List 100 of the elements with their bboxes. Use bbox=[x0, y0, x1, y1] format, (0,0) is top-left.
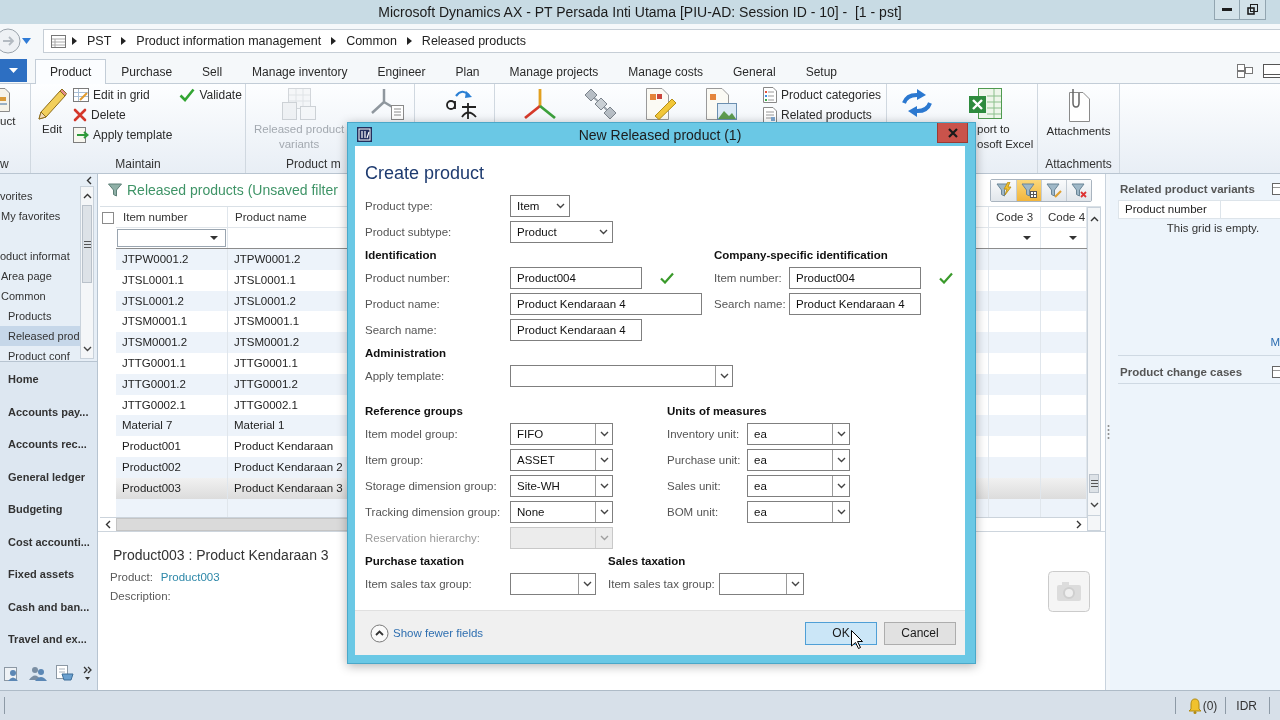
tree-item[interactable]: vorites bbox=[0, 186, 80, 206]
caret-down-icon[interactable] bbox=[22, 38, 31, 44]
grip-icon[interactable] bbox=[1106, 424, 1110, 440]
file-menu-button[interactable] bbox=[0, 59, 27, 82]
ribbon-tab[interactable]: Setup bbox=[790, 59, 853, 84]
nav-module[interactable]: Cost accounti... bbox=[0, 525, 97, 558]
lookup-field[interactable]: ea bbox=[747, 501, 850, 523]
panel-icon[interactable] bbox=[1263, 63, 1280, 78]
dropdown-arrow-icon[interactable] bbox=[1069, 236, 1077, 240]
chevron-up-icon[interactable] bbox=[82, 193, 92, 199]
people-icon[interactable] bbox=[29, 665, 47, 681]
chevron-left-icon[interactable] bbox=[105, 520, 111, 529]
flow-diagram-icon[interactable] bbox=[583, 88, 617, 120]
window-layout-icon[interactable] bbox=[1237, 63, 1253, 78]
filter-toggle[interactable] bbox=[991, 179, 1016, 201]
text-field[interactable]: Product Kendaraan 4 bbox=[789, 293, 921, 315]
translate-icon[interactable] bbox=[444, 88, 478, 120]
more-link[interactable]: M bbox=[1270, 336, 1280, 348]
tree-item[interactable]: Product conf bbox=[0, 346, 80, 361]
tree-item[interactable]: Released prod bbox=[0, 326, 80, 346]
tree-item[interactable]: My favorites bbox=[0, 206, 80, 226]
tree-item[interactable]: Common bbox=[0, 286, 80, 306]
ribbon-button[interactable]: Edit in grid bbox=[73, 88, 150, 102]
scroll-thumb[interactable] bbox=[82, 205, 92, 283]
refresh-icon[interactable] bbox=[900, 88, 934, 118]
axes-icon[interactable] bbox=[523, 88, 557, 120]
text-field[interactable]: Product Kendaraan 4 bbox=[510, 319, 642, 341]
ribbon-button[interactable]: Delete bbox=[73, 108, 126, 122]
breadcrumb-link[interactable]: Released products bbox=[421, 34, 527, 48]
select-all-checkbox[interactable] bbox=[102, 211, 114, 224]
document-ruler-icon[interactable] bbox=[643, 88, 677, 120]
ribbon-tab[interactable]: Product bbox=[35, 59, 107, 84]
breadcrumb-link[interactable]: Product information management bbox=[136, 34, 322, 48]
chevron-down-icon[interactable] bbox=[1089, 502, 1099, 508]
cancel-button[interactable]: Cancel bbox=[884, 621, 956, 645]
filter-field[interactable] bbox=[117, 229, 226, 247]
scroll-thumb[interactable] bbox=[1089, 474, 1099, 493]
ribbon-button[interactable]: uct bbox=[0, 86, 16, 129]
ribbon-tab[interactable]: Purchase bbox=[106, 59, 188, 84]
ribbon-button[interactable]: Product categories bbox=[763, 87, 882, 103]
chevron-right-icon[interactable] bbox=[1076, 520, 1082, 529]
panel-icon[interactable] bbox=[1272, 183, 1280, 195]
chevron-up-icon[interactable] bbox=[1089, 215, 1099, 222]
nav-module[interactable]: Home bbox=[0, 363, 97, 396]
close-button[interactable] bbox=[937, 123, 968, 143]
text-field[interactable]: Product004 bbox=[789, 267, 921, 289]
document-picture-icon[interactable] bbox=[703, 88, 737, 120]
basket-icon[interactable] bbox=[56, 665, 74, 681]
text-field[interactable]: Product Kendaraan 4 bbox=[510, 293, 702, 315]
tree-item[interactable]: Products bbox=[0, 306, 80, 326]
lookup-field[interactable]: ea bbox=[747, 475, 850, 497]
ribbon-button[interactable]: Attachments bbox=[1044, 86, 1113, 139]
more-chevron-icon[interactable] bbox=[83, 665, 92, 681]
breadcrumb-link[interactable]: Common bbox=[346, 34, 397, 48]
text-field[interactable]: Product004 bbox=[510, 267, 642, 289]
dropdown-arrow-icon[interactable] bbox=[1023, 236, 1031, 240]
ribbon-tab[interactable]: Plan bbox=[440, 59, 495, 84]
lookup-field[interactable]: ea bbox=[747, 423, 850, 445]
dropdown-field[interactable]: Item bbox=[510, 195, 570, 217]
ribbon-button[interactable]: Apply template bbox=[73, 127, 173, 143]
ribbon-tab[interactable]: Manage inventory bbox=[237, 59, 363, 84]
filter-toggle[interactable] bbox=[1066, 179, 1091, 201]
lookup-field[interactable]: Site-WH bbox=[510, 475, 613, 497]
breadcrumb-link[interactable]: PST bbox=[87, 34, 112, 48]
ribbon-tab[interactable]: Manage costs bbox=[613, 59, 718, 84]
ribbon-tab[interactable]: General bbox=[718, 59, 791, 84]
nav-module[interactable]: Travel and ex... bbox=[0, 623, 97, 656]
nav-module[interactable]: Cash and ban... bbox=[0, 590, 97, 623]
product-link[interactable]: Product003 bbox=[160, 570, 220, 583]
lookup-field[interactable]: ASSET bbox=[510, 449, 613, 471]
lookup-field[interactable]: ea bbox=[747, 449, 850, 471]
ribbon-button[interactable]: Validate bbox=[179, 88, 242, 102]
lookup-field[interactable] bbox=[510, 573, 596, 595]
nav-module[interactable]: General ledger bbox=[0, 460, 97, 493]
lookup-field[interactable]: None bbox=[510, 501, 613, 523]
tree-item[interactable]: oduct informat bbox=[0, 246, 80, 266]
chevron-left-icon[interactable] bbox=[86, 175, 92, 185]
nav-module[interactable]: Fixed assets bbox=[0, 558, 97, 591]
show-fewer-fields-link[interactable]: Show fewer fields bbox=[370, 623, 484, 643]
nav-module[interactable]: Accounts pay... bbox=[0, 395, 97, 428]
ok-button[interactable]: OK bbox=[805, 621, 877, 645]
column-header[interactable]: Item number bbox=[116, 207, 228, 227]
dropdown-field[interactable]: Product bbox=[510, 221, 613, 243]
minimize-button[interactable] bbox=[1214, 0, 1240, 20]
filter-toggle[interactable] bbox=[1041, 179, 1066, 201]
nav-module[interactable]: Budgeting bbox=[0, 493, 97, 526]
filter-toggle[interactable] bbox=[1016, 179, 1041, 201]
column-header[interactable]: Code 3 bbox=[989, 207, 1041, 227]
nav-module[interactable]: Accounts rec... bbox=[0, 428, 97, 461]
ribbon-tab[interactable]: Engineer bbox=[362, 59, 441, 84]
branch-document-icon[interactable] bbox=[370, 88, 405, 120]
lookup-field[interactable] bbox=[510, 365, 733, 387]
ribbon-button[interactable]: Edit bbox=[35, 86, 69, 137]
ribbon-tab[interactable]: Manage projects bbox=[494, 59, 614, 84]
panel-icon[interactable] bbox=[1272, 366, 1280, 378]
lookup-field[interactable]: FIFO bbox=[510, 423, 613, 445]
lookup-field[interactable] bbox=[719, 573, 804, 595]
tree-item[interactable]: Area page bbox=[0, 266, 80, 286]
restore-button[interactable] bbox=[1240, 0, 1266, 20]
notifications-button[interactable]: (0) bbox=[1187, 697, 1218, 714]
